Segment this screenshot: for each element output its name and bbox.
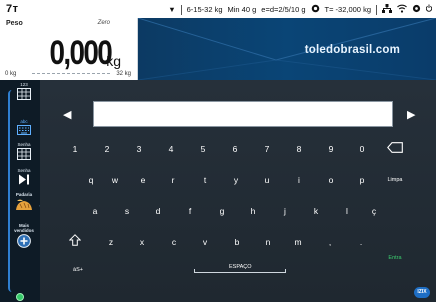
button-caption: 123 bbox=[20, 82, 28, 87]
key-7[interactable]: 7 bbox=[259, 144, 275, 154]
weight-display: Peso Zero 0,000 kg 0 kg 32 kg bbox=[0, 18, 138, 80]
brand-text: toledobrasil.com bbox=[304, 44, 400, 56]
scale-screen: 7т ▼ 6-15-32 kg Min 40 g e=d=2/5/10 g T=… bbox=[0, 0, 436, 302]
button-caption: Mais vendidos bbox=[14, 223, 34, 233]
shift-icon bbox=[68, 234, 82, 246]
key-q[interactable]: q bbox=[83, 175, 99, 185]
key-u[interactable]: u bbox=[259, 175, 275, 185]
bakery-button[interactable]: Padaria bbox=[12, 192, 36, 212]
button-caption: Padaria bbox=[15, 192, 33, 197]
bread-icon bbox=[16, 199, 32, 210]
text-input[interactable] bbox=[93, 101, 393, 127]
tare-text: T= -32,000 kg bbox=[324, 5, 372, 14]
dropdown-icon[interactable]: ▼ bbox=[168, 5, 175, 14]
wifi-icon bbox=[397, 4, 407, 15]
key-4[interactable]: 4 bbox=[163, 144, 179, 154]
key-5[interactable]: 5 bbox=[195, 144, 211, 154]
key-c[interactable]: c bbox=[166, 237, 182, 247]
skip-next-icon bbox=[19, 174, 29, 185]
key-comma[interactable]: , bbox=[322, 237, 338, 247]
key-c-cedilla[interactable]: ç bbox=[366, 206, 382, 216]
tare-icon bbox=[311, 4, 320, 15]
scale-min-label: 0 kg bbox=[5, 71, 17, 77]
key-y[interactable]: y bbox=[228, 175, 244, 185]
min-text: Min 40 g bbox=[227, 5, 257, 14]
clear-button[interactable]: Limpa bbox=[383, 177, 407, 183]
backspace-icon bbox=[387, 142, 403, 153]
key-i[interactable]: i bbox=[291, 175, 307, 185]
key-v[interactable]: v bbox=[197, 237, 213, 247]
key-d[interactable]: d bbox=[150, 206, 166, 216]
password-keypad-button[interactable]: Senha bbox=[12, 142, 36, 160]
enter-button[interactable]: Entra bbox=[383, 255, 407, 261]
key-e[interactable]: e bbox=[135, 175, 151, 185]
button-caption: Senha bbox=[17, 142, 31, 147]
division-text: e=d=2/5/10 g bbox=[261, 5, 306, 14]
izix-logo: IZIX bbox=[414, 287, 430, 298]
range-text: 6-15-32 kg bbox=[186, 5, 223, 14]
brand-banner: toledobrasil.com bbox=[138, 18, 436, 80]
key-0[interactable]: 0 bbox=[354, 144, 370, 154]
keyboard-icon bbox=[17, 125, 31, 135]
cursor-right-button[interactable]: ▶ bbox=[407, 108, 415, 121]
key-3[interactable]: 3 bbox=[131, 144, 147, 154]
cursor-left-button[interactable]: ◀ bbox=[63, 108, 71, 121]
key-x[interactable]: x bbox=[134, 237, 150, 247]
key-t[interactable]: t bbox=[197, 175, 213, 185]
key-w[interactable]: w bbox=[107, 175, 123, 185]
status-bar: 7т ▼ 6-15-32 kg Min 40 g e=d=2/5/10 g T=… bbox=[0, 0, 436, 18]
key-p[interactable]: p bbox=[354, 175, 370, 185]
symbols-button[interactable]: àS+ bbox=[66, 267, 90, 273]
keypad-icon bbox=[17, 88, 31, 100]
settings-icon[interactable] bbox=[412, 4, 421, 15]
key-8[interactable]: 8 bbox=[291, 144, 307, 154]
key-r[interactable]: r bbox=[165, 175, 181, 185]
scale-max-label: 32 kg bbox=[116, 71, 131, 77]
backspace-button[interactable] bbox=[386, 142, 404, 155]
weight-label: Peso bbox=[6, 20, 23, 27]
numeric-keyboard-button[interactable]: 123 bbox=[12, 82, 36, 100]
key-1[interactable]: 1 bbox=[67, 144, 83, 154]
key-z[interactable]: z bbox=[103, 237, 119, 247]
divider bbox=[376, 4, 377, 15]
plus-icon bbox=[17, 234, 31, 248]
alpha-keyboard-button[interactable]: abc bbox=[12, 119, 36, 135]
password-next-button[interactable]: Senha bbox=[12, 168, 36, 185]
key-a[interactable]: a bbox=[87, 206, 103, 216]
key-s[interactable]: s bbox=[119, 206, 135, 216]
key-n[interactable]: n bbox=[260, 237, 276, 247]
shift-button[interactable] bbox=[68, 234, 82, 248]
space-bar[interactable] bbox=[194, 269, 286, 273]
best-sellers-button[interactable]: Mais vendidos bbox=[12, 223, 36, 248]
button-caption: Senha bbox=[17, 168, 31, 173]
key-m[interactable]: m bbox=[290, 237, 306, 247]
keypad-icon bbox=[17, 148, 31, 160]
model-label: 7т bbox=[6, 3, 19, 15]
key-period[interactable]: . bbox=[353, 237, 369, 247]
key-b[interactable]: b bbox=[229, 237, 245, 247]
network-icon bbox=[382, 4, 392, 15]
weight-value: 0,000 bbox=[49, 34, 112, 72]
divider bbox=[180, 4, 182, 15]
weight-unit: kg bbox=[106, 53, 121, 69]
status-info: ▼ 6-15-32 kg Min 40 g e=d=2/5/10 g T= -3… bbox=[163, 4, 433, 15]
key-g[interactable]: g bbox=[214, 206, 230, 216]
key-o[interactable]: o bbox=[323, 175, 339, 185]
button-caption: abc bbox=[20, 119, 28, 124]
status-led-icon bbox=[16, 293, 24, 301]
key-f[interactable]: f bbox=[182, 206, 198, 216]
key-6[interactable]: 6 bbox=[227, 144, 243, 154]
key-h[interactable]: h bbox=[245, 206, 261, 216]
key-k[interactable]: k bbox=[308, 206, 324, 216]
key-2[interactable]: 2 bbox=[99, 144, 115, 154]
key-l[interactable]: l bbox=[339, 206, 355, 216]
capacity-bar bbox=[32, 73, 110, 74]
key-j[interactable]: j bbox=[277, 206, 293, 216]
key-9[interactable]: 9 bbox=[323, 144, 339, 154]
sidebar: 123 abc Senha Senha Padaria Mais vendido… bbox=[0, 80, 47, 302]
power-icon[interactable] bbox=[425, 4, 433, 15]
zero-indicator: Zero bbox=[97, 20, 110, 26]
